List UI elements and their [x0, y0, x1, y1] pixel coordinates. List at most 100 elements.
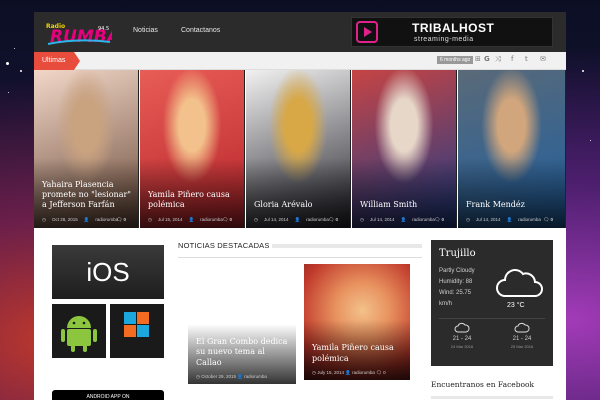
- slide-author-icon: 👤: [400, 217, 407, 222]
- forecast-cloud-icon: [514, 322, 530, 333]
- forecast-date: 24 Mar 2016: [450, 344, 474, 349]
- card-title[interactable]: Yamila Piñero causa polémica: [312, 343, 404, 364]
- forecast-day: 21 - 24 25 Mar 2016: [497, 322, 547, 349]
- slide-meta: ◷ Jul 14, 2014 👤 radiorumba 🗨 0: [360, 217, 450, 223]
- shuffle-icon[interactable]: ⤨: [495, 55, 501, 64]
- slide-item[interactable]: Frank Mendéz ◷ Jul 14, 2014 👤 radiorumba 🗨 0: [458, 70, 566, 228]
- section-divider: [272, 244, 422, 248]
- slide-comments: 🗨 0: [116, 217, 126, 222]
- slide-title[interactable]: William Smith: [360, 200, 450, 210]
- slide-author: radiorumba: [200, 217, 223, 222]
- card-date: October 29, 2015: [201, 374, 236, 379]
- card-meta: ◷ October 29, 2015 👤 radiorumba: [196, 374, 267, 379]
- weather-wind-unit: km/h: [439, 301, 453, 307]
- slide-comment-count: 0: [550, 217, 553, 222]
- slide-title[interactable]: Gloria Arévalo: [254, 200, 344, 210]
- background-star: [6, 62, 9, 65]
- android-app-badge[interactable]: [52, 304, 106, 358]
- slide-author: radiorumba: [412, 217, 435, 222]
- slide-date: Jul 15, 2014: [157, 217, 183, 222]
- banner-brand: TRIBALHOST: [412, 21, 495, 35]
- tunein-app-badge[interactable]: tunein: [110, 304, 203, 358]
- weather-wind: Wind: 25.75: [439, 290, 472, 296]
- weather-humidity: Humidity: 88: [439, 279, 473, 285]
- slide-comments: 🗨 0: [543, 217, 553, 222]
- apps-icon[interactable]: ⊞: [475, 55, 481, 63]
- page-container: Radio RUMBA 94.5 Noticias Contactanos TR…: [34, 12, 566, 400]
- background-star: [14, 48, 15, 49]
- android-store-button[interactable]: ANDROID APP ON: [52, 390, 164, 400]
- ios-app-badge[interactable]: iOS: [52, 245, 164, 299]
- background-star: [590, 140, 591, 141]
- slide-comments: 🗨 0: [222, 217, 232, 222]
- background-star: [8, 92, 9, 93]
- slide-item[interactable]: Yamila Piñero causa polémica ◷ Jul 15, 20…: [140, 70, 245, 228]
- tunein-logo-icon: [124, 312, 149, 337]
- card-comment-count: 0: [383, 370, 386, 375]
- facebook-icon[interactable]: f: [511, 55, 513, 63]
- facebook-divider: [431, 396, 553, 399]
- rumba-logo[interactable]: Radio RUMBA 94.5: [44, 18, 112, 46]
- slide-author-icon: 👤: [83, 217, 90, 222]
- google-icon[interactable]: G: [484, 55, 490, 63]
- slide-author-icon: 👤: [188, 217, 195, 222]
- slide-item[interactable]: Gloria Arévalo ◷ Jul 14, 2014 👤 radiorumba 🗨…: [246, 70, 351, 228]
- news-ticker: Ultimas 6 months ago ⊞ G ⤨ f t ✉: [34, 52, 566, 70]
- ios-label: iOS: [86, 257, 130, 287]
- slide-title[interactable]: Yamila Piñero causa polémica: [148, 190, 238, 210]
- banner-tagline: streaming-media: [414, 36, 474, 43]
- slide-meta: ◷ Jul 14, 2014 👤 radiorumba 🗨 0: [466, 217, 559, 223]
- slide-date-icon: ◷: [466, 217, 470, 222]
- weather-condition: Partly Cloudy: [439, 268, 475, 274]
- slide-author-icon: 👤: [506, 217, 513, 222]
- card-author: radiorumba: [244, 374, 267, 379]
- svg-text:94.5: 94.5: [98, 26, 109, 32]
- slide-title[interactable]: Yahaira Plasencia promete no "lesionar" …: [42, 180, 132, 210]
- slide-title[interactable]: Frank Mendéz: [466, 200, 559, 210]
- slide-date-icon: ◷: [148, 217, 152, 222]
- forecast-range: 21 - 24: [512, 336, 532, 342]
- slide-meta: ◷ Oct 28, 2015 👤 radiorumba 🗨 0: [42, 217, 132, 223]
- tribalhost-banner[interactable]: TRIBALHOST streaming-media: [351, 17, 553, 47]
- nav-noticias[interactable]: Noticias: [133, 27, 158, 34]
- slide-date: Jul 14, 2014: [369, 217, 395, 222]
- featured-card[interactable]: El Gran Combo dedica su nuevo tema al Ca…: [188, 264, 296, 384]
- slide-meta: ◷ Jul 15, 2014 👤 radiorumba 🗨 0: [148, 217, 238, 223]
- background-star: [20, 70, 22, 72]
- featured-card[interactable]: Yamila Piñero causa polémica ◷ July 15, …: [304, 264, 410, 380]
- slide-author: radiorumba: [518, 217, 541, 222]
- slide-comment-count: 0: [229, 217, 232, 222]
- slide-comment-count: 0: [335, 217, 338, 222]
- slide-item[interactable]: Yahaira Plasencia promete no "lesionar" …: [34, 70, 139, 228]
- ticker-label: Ultimas: [34, 52, 80, 70]
- android-robot-icon: [61, 316, 97, 352]
- slide-comment-count: 0: [123, 217, 126, 222]
- card-date: July 15, 2014: [317, 370, 344, 375]
- slide-date-icon: ◷: [254, 217, 258, 222]
- section-title: NOTICIAS DESTACADAS: [178, 241, 270, 250]
- slide-author: radiorumba: [306, 217, 329, 222]
- slide-meta: ◷ Jul 14, 2014 👤 radiorumba 🗨 0: [254, 217, 344, 223]
- slide-item[interactable]: William Smith ◷ Jul 14, 2014 👤 radiorumba 🗨 …: [352, 70, 457, 228]
- facebook-section-title: Encuentranos en Facebook: [431, 380, 535, 389]
- android-store-label: ANDROID APP ON: [86, 394, 130, 400]
- slide-author: radiorumba: [95, 217, 119, 222]
- card-title[interactable]: El Gran Combo dedica su nuevo tema al Ca…: [196, 337, 290, 368]
- weather-widget: Trujillo Partly Cloudy Humidity: 88 Wind…: [431, 240, 553, 366]
- mail-icon[interactable]: ✉: [540, 55, 546, 63]
- forecast-cloud-icon: [454, 322, 470, 333]
- weather-temp: 23 °C: [507, 302, 525, 309]
- slide-comment-count: 0: [441, 217, 444, 222]
- slide-comments: 🗨 0: [434, 217, 444, 222]
- forecast-range: 21 - 24: [452, 336, 472, 342]
- weather-divider: [439, 318, 545, 319]
- slide-comments: 🗨 0: [328, 217, 338, 222]
- site-header: Radio RUMBA 94.5 Noticias Contactanos TR…: [34, 12, 566, 52]
- slide-date: Jul 14, 2014: [475, 217, 501, 222]
- cloud-icon: [496, 269, 543, 297]
- twitter-icon[interactable]: t: [525, 55, 528, 63]
- nav-contactanos[interactable]: Contactanos: [181, 27, 220, 34]
- play-icon: [356, 21, 378, 43]
- slide-date-icon: ◷: [360, 217, 364, 222]
- background-star: [582, 70, 584, 72]
